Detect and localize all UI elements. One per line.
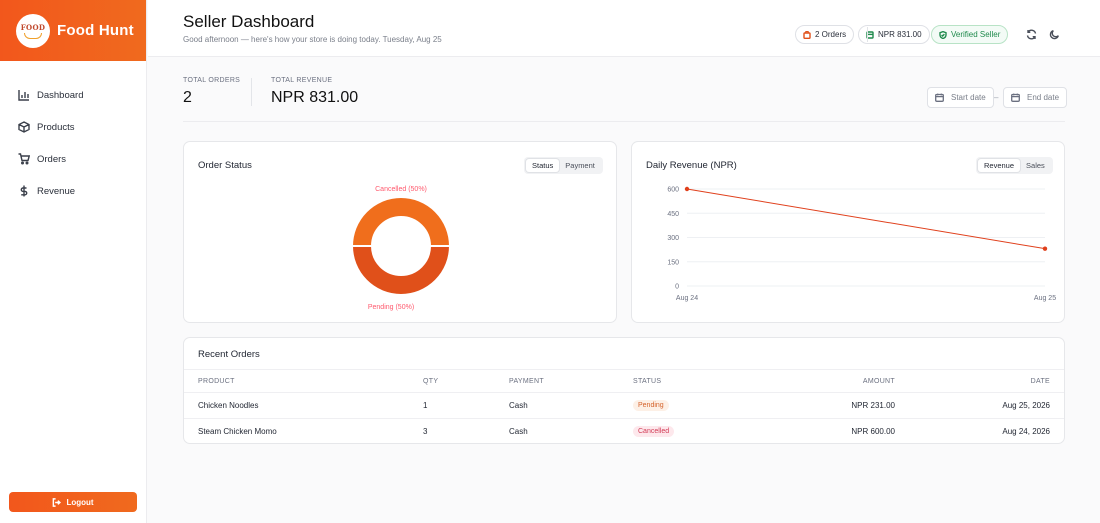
table-divider (184, 418, 1064, 419)
calendar-icon (935, 93, 944, 102)
total-revenue-label: TOTAL REVENUE (271, 77, 333, 84)
brand[interactable]: FOOD Food Hunt (0, 0, 146, 61)
sidebar-item-dashboard[interactable]: Dashboard (0, 79, 146, 111)
date-separator: – (994, 93, 999, 102)
donut-slice[interactable] (350, 196, 452, 247)
y-tick-label: 300 (667, 235, 679, 242)
daily-revenue-line-chart: 0 150 300 450 600 Aug 24 Aug 25 (667, 186, 1056, 303)
donut-slice[interactable] (350, 245, 452, 296)
cell-qty: 3 (423, 427, 428, 436)
start-date-placeholder: Start date (951, 93, 986, 102)
sidebar-item-label: Dashboard (37, 89, 84, 101)
bowl-icon (24, 32, 42, 39)
donut-slice-label: Cancelled (50%) (375, 186, 427, 193)
brand-logo: FOOD (16, 13, 50, 48)
refresh-icon[interactable] (1026, 29, 1037, 40)
x-tick-label: Aug 24 (676, 295, 698, 302)
sidebar-item-label: Products (37, 121, 75, 133)
y-tick-label: 600 (667, 187, 679, 194)
donut-slice-label: Pending (50%) (368, 304, 414, 311)
cart-icon (18, 153, 30, 165)
orders-pill-label: 2 Orders (815, 30, 847, 39)
logout-label: Logout (66, 497, 94, 507)
order-status-donut-chart: Cancelled (50%) Pending (50%) (350, 186, 452, 311)
orders-pill[interactable]: 2 Orders (795, 25, 855, 44)
verified-seller-label: Verified Seller (951, 30, 1001, 39)
recent-orders-card: Recent Orders (183, 337, 1065, 444)
calendar-icon (1011, 93, 1020, 102)
sidebar-item-label: Orders (37, 153, 67, 165)
end-date-placeholder: End date (1027, 93, 1060, 102)
cell-product: Chicken Noodles (198, 401, 259, 410)
section-divider (183, 121, 1065, 122)
bar-chart-icon (18, 90, 29, 101)
verified-seller-badge: Verified Seller (931, 25, 1009, 44)
table-divider (184, 392, 1064, 393)
end-date-input[interactable]: End date (1003, 87, 1068, 108)
y-tick-label: 150 (667, 259, 679, 266)
x-tick-label: Aug 25 (1034, 295, 1056, 302)
sidebar-item-label: Revenue (37, 185, 76, 197)
cell-date: Aug 24, 2026 (1002, 427, 1050, 436)
cell-product: Steam Chicken Momo (198, 427, 277, 436)
logout-icon (53, 497, 62, 507)
column-header-payment[interactable]: PAYMENT (509, 378, 544, 385)
cell-amount: NPR 231.00 (851, 401, 895, 410)
column-header-status[interactable]: STATUS (633, 378, 661, 385)
sidebar-item-revenue[interactable]: Revenue (0, 175, 146, 207)
daily-revenue-card: Daily Revenue (NPR) Revenue Sales 0 150 30… (631, 141, 1065, 323)
start-date-input[interactable]: Start date (927, 87, 994, 108)
cell-amount: NPR 600.00 (851, 427, 895, 436)
moon-icon[interactable] (1049, 29, 1060, 40)
logout-button[interactable]: Logout (9, 492, 137, 512)
stats-divider (251, 78, 252, 106)
header-divider (867, 27, 868, 42)
column-header-qty[interactable]: QTY (423, 378, 438, 385)
sidebar-item-products[interactable]: Products (0, 111, 146, 143)
sidebar-item-orders[interactable]: Orders (0, 143, 146, 175)
order-status-card: Order Status Status Payment Cancelled (5… (183, 141, 617, 323)
y-tick-label: 450 (667, 211, 679, 218)
total-revenue-value: NPR 831.00 (271, 89, 359, 106)
recent-orders-title: Recent Orders (198, 349, 260, 360)
status-badge: Pending (633, 400, 669, 411)
logo-text: FOOD (20, 22, 46, 32)
sidebar: FOOD Food Hunt Dashboard Products Orders… (0, 0, 147, 523)
sidebar-nav: Dashboard Products Orders Revenue (0, 61, 146, 207)
cell-date: Aug 25, 2026 (1002, 401, 1050, 410)
box-icon (18, 121, 30, 133)
data-point[interactable] (684, 186, 690, 192)
column-header-product[interactable]: PRODUCT (198, 378, 235, 385)
column-header-date[interactable]: DATE (950, 378, 1050, 385)
cell-qty: 1 (423, 401, 428, 410)
data-point[interactable] (1042, 246, 1048, 251)
total-orders-value: 2 (183, 89, 192, 106)
revenue-pill[interactable]: NPR 831.00 (858, 25, 930, 44)
y-tick-label: 0 (675, 284, 679, 291)
brand-name: Food Hunt (57, 22, 134, 39)
revenue-series-line (686, 188, 1046, 250)
page-title: Seller Dashboard (183, 12, 315, 31)
dollar-icon (20, 185, 28, 197)
table-divider (184, 369, 1064, 370)
cell-payment: Cash (509, 427, 528, 436)
revenue-pill-label: NPR 831.00 (878, 30, 922, 39)
bag-icon (803, 30, 811, 39)
cell-payment: Cash (509, 401, 528, 410)
status-badge: Cancelled (633, 426, 675, 437)
total-orders-label: TOTAL ORDERS (183, 77, 241, 84)
shield-icon (939, 30, 947, 39)
greeting-text: Good afternoon — here's how your store i… (183, 35, 442, 44)
column-header-amount[interactable]: AMOUNT (795, 378, 895, 385)
